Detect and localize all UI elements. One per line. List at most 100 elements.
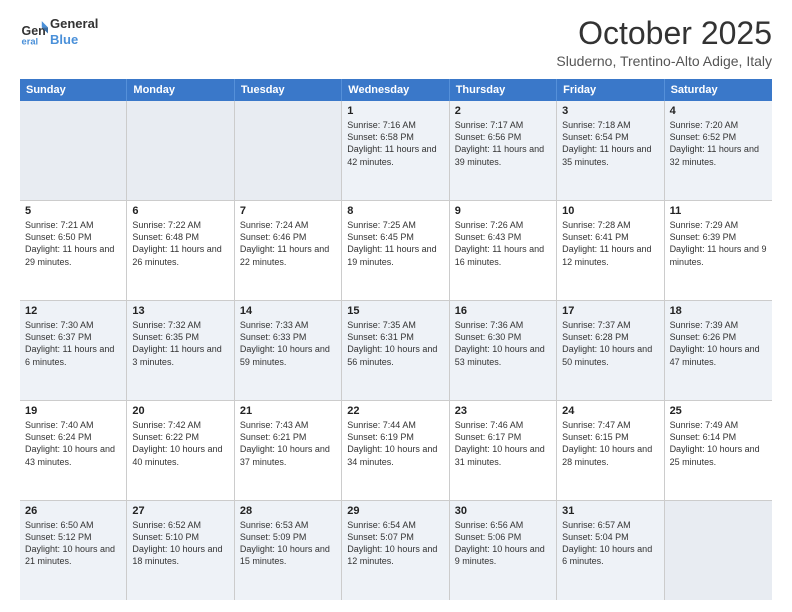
- cell-sun-info: Sunrise: 7:43 AM Sunset: 6:21 PM Dayligh…: [240, 419, 336, 468]
- day-cell-12: 12 Sunrise: 7:30 AM Sunset: 6:37 PM Dayli…: [20, 301, 127, 400]
- weekday-header-friday: Friday: [557, 79, 664, 101]
- cell-sun-info: Sunrise: 7:35 AM Sunset: 6:31 PM Dayligh…: [347, 319, 443, 368]
- weekday-header-tuesday: Tuesday: [235, 79, 342, 101]
- day-number: 22: [347, 405, 443, 417]
- cell-sun-info: Sunrise: 6:56 AM Sunset: 5:06 PM Dayligh…: [455, 519, 551, 568]
- day-cell-13: 13 Sunrise: 7:32 AM Sunset: 6:35 PM Dayli…: [127, 301, 234, 400]
- day-cell-3: 3 Sunrise: 7:18 AM Sunset: 6:54 PM Daylig…: [557, 101, 664, 200]
- day-cell-8: 8Sunrise: 7:25 AM Sunset: 6:45 PM Daylig…: [342, 201, 449, 300]
- weekday-header-monday: Monday: [127, 79, 234, 101]
- cell-sun-info: Sunrise: 7:32 AM Sunset: 6:35 PM Dayligh…: [132, 319, 228, 368]
- page: Gen eral General Blue October 2025 Slude…: [0, 0, 792, 612]
- day-number: 14: [240, 305, 336, 317]
- day-cell-26: 26 Sunrise: 6:50 AM Sunset: 5:12 PM Dayli…: [20, 501, 127, 600]
- day-cell-11: 11Sunrise: 7:29 AM Sunset: 6:39 PM Dayli…: [665, 201, 772, 300]
- month-title: October 2025: [556, 16, 772, 51]
- day-number: 12: [25, 305, 121, 317]
- cell-sun-info: Sunrise: 7:25 AM Sunset: 6:45 PM Dayligh…: [347, 219, 443, 268]
- cell-sun-info: Sunrise: 6:52 AM Sunset: 5:10 PM Dayligh…: [132, 519, 228, 568]
- day-number: 17: [562, 305, 658, 317]
- logo: Gen eral General Blue: [20, 16, 98, 47]
- day-cell-10: 10 Sunrise: 7:28 AM Sunset: 6:41 PM Dayli…: [557, 201, 664, 300]
- cell-sun-info: Sunrise: 7:26 AM Sunset: 6:43 PM Dayligh…: [455, 219, 551, 268]
- day-number: 26: [25, 505, 121, 517]
- day-number: 6: [132, 205, 228, 217]
- calendar-body: 1Sunrise: 7:16 AM Sunset: 6:58 PM Daylig…: [20, 101, 772, 600]
- cell-sun-info: Sunrise: 7:47 AM Sunset: 6:15 PM Dayligh…: [562, 419, 658, 468]
- cell-sun-info: Sunrise: 7:44 AM Sunset: 6:19 PM Dayligh…: [347, 419, 443, 468]
- cell-sun-info: Sunrise: 7:18 AM Sunset: 6:54 PM Dayligh…: [562, 119, 658, 168]
- day-cell-5: 5 Sunrise: 7:21 AM Sunset: 6:50 PM Daylig…: [20, 201, 127, 300]
- cell-sun-info: Sunrise: 7:30 AM Sunset: 6:37 PM Dayligh…: [25, 319, 121, 368]
- cell-sun-info: Sunrise: 7:17 AM Sunset: 6:56 PM Dayligh…: [455, 119, 551, 168]
- cell-sun-info: Sunrise: 7:42 AM Sunset: 6:22 PM Dayligh…: [132, 419, 228, 468]
- day-number: 28: [240, 505, 336, 517]
- calendar-row-1: 1Sunrise: 7:16 AM Sunset: 6:58 PM Daylig…: [20, 101, 772, 201]
- day-cell-6: 6 Sunrise: 7:22 AM Sunset: 6:48 PM Daylig…: [127, 201, 234, 300]
- cell-sun-info: Sunrise: 7:40 AM Sunset: 6:24 PM Dayligh…: [25, 419, 121, 468]
- day-cell-31: 31 Sunrise: 6:57 AM Sunset: 5:04 PM Dayli…: [557, 501, 664, 600]
- day-cell-1: 1Sunrise: 7:16 AM Sunset: 6:58 PM Daylig…: [342, 101, 449, 200]
- day-cell-30: 30Sunrise: 6:56 AM Sunset: 5:06 PM Dayli…: [450, 501, 557, 600]
- calendar-row-4: 19 Sunrise: 7:40 AM Sunset: 6:24 PM Dayli…: [20, 401, 772, 501]
- weekday-header-saturday: Saturday: [665, 79, 772, 101]
- cell-sun-info: Sunrise: 7:33 AM Sunset: 6:33 PM Dayligh…: [240, 319, 336, 368]
- day-number: 31: [562, 505, 658, 517]
- cell-sun-info: Sunrise: 7:37 AM Sunset: 6:28 PM Dayligh…: [562, 319, 658, 368]
- day-number: 23: [455, 405, 551, 417]
- day-cell-15: 15 Sunrise: 7:35 AM Sunset: 6:31 PM Dayli…: [342, 301, 449, 400]
- cell-sun-info: Sunrise: 7:22 AM Sunset: 6:48 PM Dayligh…: [132, 219, 228, 268]
- day-cell-21: 21Sunrise: 7:43 AM Sunset: 6:21 PM Dayli…: [235, 401, 342, 500]
- logo-icon: Gen eral: [20, 18, 48, 46]
- day-number: 24: [562, 405, 658, 417]
- cell-sun-info: Sunrise: 7:28 AM Sunset: 6:41 PM Dayligh…: [562, 219, 658, 268]
- day-number: 4: [670, 105, 767, 117]
- day-number: 15: [347, 305, 443, 317]
- calendar-row-5: 26 Sunrise: 6:50 AM Sunset: 5:12 PM Dayli…: [20, 501, 772, 600]
- weekday-header-thursday: Thursday: [450, 79, 557, 101]
- logo-text: General Blue: [50, 16, 98, 47]
- day-cell-9: 9 Sunrise: 7:26 AM Sunset: 6:43 PM Daylig…: [450, 201, 557, 300]
- day-number: 7: [240, 205, 336, 217]
- cell-sun-info: Sunrise: 7:20 AM Sunset: 6:52 PM Dayligh…: [670, 119, 767, 168]
- empty-cell-0-2: [235, 101, 342, 200]
- day-number: 13: [132, 305, 228, 317]
- cell-sun-info: Sunrise: 7:39 AM Sunset: 6:26 PM Dayligh…: [670, 319, 767, 368]
- day-cell-22: 22 Sunrise: 7:44 AM Sunset: 6:19 PM Dayli…: [342, 401, 449, 500]
- day-number: 2: [455, 105, 551, 117]
- header: Gen eral General Blue October 2025 Slude…: [20, 16, 772, 69]
- day-cell-14: 14 Sunrise: 7:33 AM Sunset: 6:33 PM Dayli…: [235, 301, 342, 400]
- empty-cell-4-6: [665, 501, 772, 600]
- day-cell-29: 29Sunrise: 6:54 AM Sunset: 5:07 PM Dayli…: [342, 501, 449, 600]
- day-number: 16: [455, 305, 551, 317]
- day-cell-4: 4 Sunrise: 7:20 AM Sunset: 6:52 PM Daylig…: [665, 101, 772, 200]
- day-number: 3: [562, 105, 658, 117]
- cell-sun-info: Sunrise: 7:21 AM Sunset: 6:50 PM Dayligh…: [25, 219, 121, 268]
- cell-sun-info: Sunrise: 7:49 AM Sunset: 6:14 PM Dayligh…: [670, 419, 767, 468]
- day-number: 19: [25, 405, 121, 417]
- cell-sun-info: Sunrise: 6:57 AM Sunset: 5:04 PM Dayligh…: [562, 519, 658, 568]
- weekday-header-wednesday: Wednesday: [342, 79, 449, 101]
- day-number: 9: [455, 205, 551, 217]
- weekday-header-sunday: Sunday: [20, 79, 127, 101]
- calendar-row-3: 12 Sunrise: 7:30 AM Sunset: 6:37 PM Dayli…: [20, 301, 772, 401]
- day-number: 18: [670, 305, 767, 317]
- day-number: 25: [670, 405, 767, 417]
- calendar: SundayMondayTuesdayWednesdayThursdayFrid…: [20, 79, 772, 600]
- empty-cell-0-0: [20, 101, 127, 200]
- day-number: 20: [132, 405, 228, 417]
- cell-sun-info: Sunrise: 6:50 AM Sunset: 5:12 PM Dayligh…: [25, 519, 121, 568]
- day-number: 10: [562, 205, 658, 217]
- location: Sluderno, Trentino-Alto Adige, Italy: [556, 53, 772, 69]
- day-cell-23: 23Sunrise: 7:46 AM Sunset: 6:17 PM Dayli…: [450, 401, 557, 500]
- day-cell-16: 16Sunrise: 7:36 AM Sunset: 6:30 PM Dayli…: [450, 301, 557, 400]
- day-number: 29: [347, 505, 443, 517]
- cell-sun-info: Sunrise: 7:16 AM Sunset: 6:58 PM Dayligh…: [347, 119, 443, 168]
- day-cell-18: 18 Sunrise: 7:39 AM Sunset: 6:26 PM Dayli…: [665, 301, 772, 400]
- day-cell-19: 19 Sunrise: 7:40 AM Sunset: 6:24 PM Dayli…: [20, 401, 127, 500]
- day-cell-24: 24 Sunrise: 7:47 AM Sunset: 6:15 PM Dayli…: [557, 401, 664, 500]
- day-number: 5: [25, 205, 121, 217]
- empty-cell-0-1: [127, 101, 234, 200]
- title-block: October 2025 Sluderno, Trentino-Alto Adi…: [556, 16, 772, 69]
- cell-sun-info: Sunrise: 7:29 AM Sunset: 6:39 PM Dayligh…: [670, 219, 767, 268]
